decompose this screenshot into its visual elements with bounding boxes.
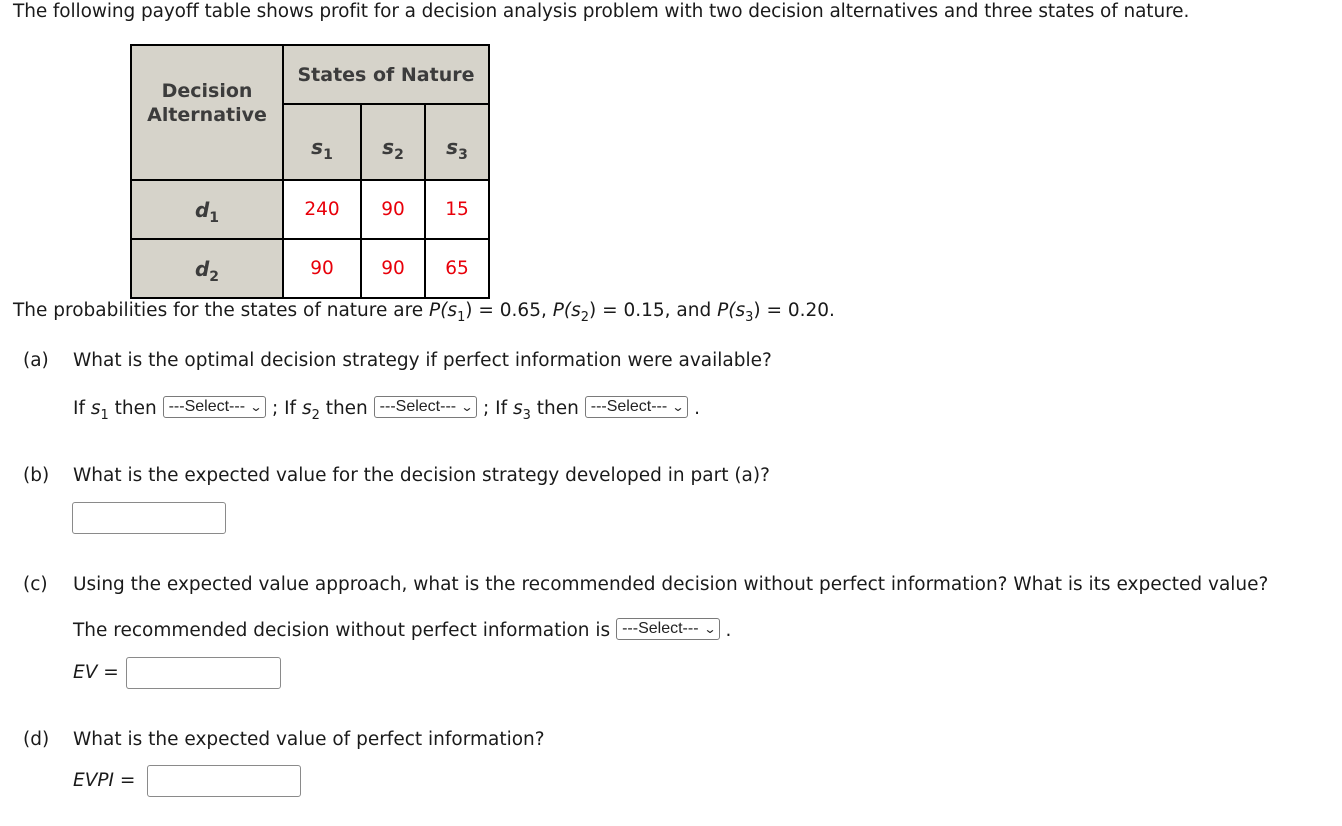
s1-decision-select[interactable]: ---Select--- ⌄ — [162, 396, 267, 418]
state-header-s3: s3 — [424, 103, 490, 181]
part-a-strategy-row: If s1 then ---Select--- ⌄ ; If s2 then --… — [73, 396, 701, 423]
payoff-cell: 65 — [424, 238, 490, 299]
recommended-decision-row: The recommended decision without perfect… — [73, 618, 732, 641]
part-d-label: (d) — [23, 729, 50, 750]
part-a-question: What is the optimal decision strategy if… — [73, 350, 772, 371]
chevron-down-icon: ⌄ — [460, 400, 474, 414]
decision-alternative-header: Decision Alternative — [130, 44, 284, 181]
payoff-cell: 90 — [282, 238, 362, 299]
payoff-table: Decision Alternative States of Nature s1… — [130, 43, 490, 299]
chevron-down-icon: ⌄ — [249, 400, 263, 414]
payoff-cell: 240 — [282, 179, 362, 240]
ev-input[interactable] — [126, 657, 281, 689]
payoff-cell: 90 — [360, 179, 426, 240]
decision-d1: d1 — [130, 179, 284, 240]
evpi-input[interactable] — [147, 765, 301, 797]
intro-text: The following payoff table shows profit … — [13, 1, 1190, 22]
probabilities-text: The probabilities for the states of natu… — [13, 300, 835, 325]
table-row: d2 90 90 65 — [130, 238, 490, 299]
state-header-s2: s2 — [360, 103, 426, 181]
part-c-question: Using the expected value approach, what … — [73, 574, 1269, 595]
recommended-decision-select[interactable]: ---Select--- ⌄ — [616, 618, 720, 640]
s3-decision-select[interactable]: ---Select--- ⌄ — [584, 396, 689, 418]
decision-d2: d2 — [130, 238, 284, 299]
states-of-nature-header: States of Nature — [282, 43, 490, 106]
state-header-s1: s1 — [282, 103, 362, 181]
chevron-down-icon: ⌄ — [703, 622, 717, 636]
s2-decision-select[interactable]: ---Select--- ⌄ — [373, 396, 478, 418]
part-b-question: What is the expected value for the decis… — [73, 465, 770, 486]
evpi-label: EVPI = — [73, 770, 136, 791]
ev-label: EV = — [73, 662, 119, 683]
payoff-cell: 90 — [360, 238, 426, 299]
payoff-cell: 15 — [424, 179, 490, 240]
part-a-label: (a) — [23, 350, 49, 371]
expected-value-strategy-input[interactable] — [72, 502, 226, 534]
chevron-down-icon: ⌄ — [671, 400, 685, 414]
part-c-label: (c) — [23, 574, 48, 595]
part-b-label: (b) — [23, 465, 50, 486]
table-row: d1 240 90 15 — [130, 179, 490, 240]
part-d-question: What is the expected value of perfect in… — [73, 729, 545, 750]
